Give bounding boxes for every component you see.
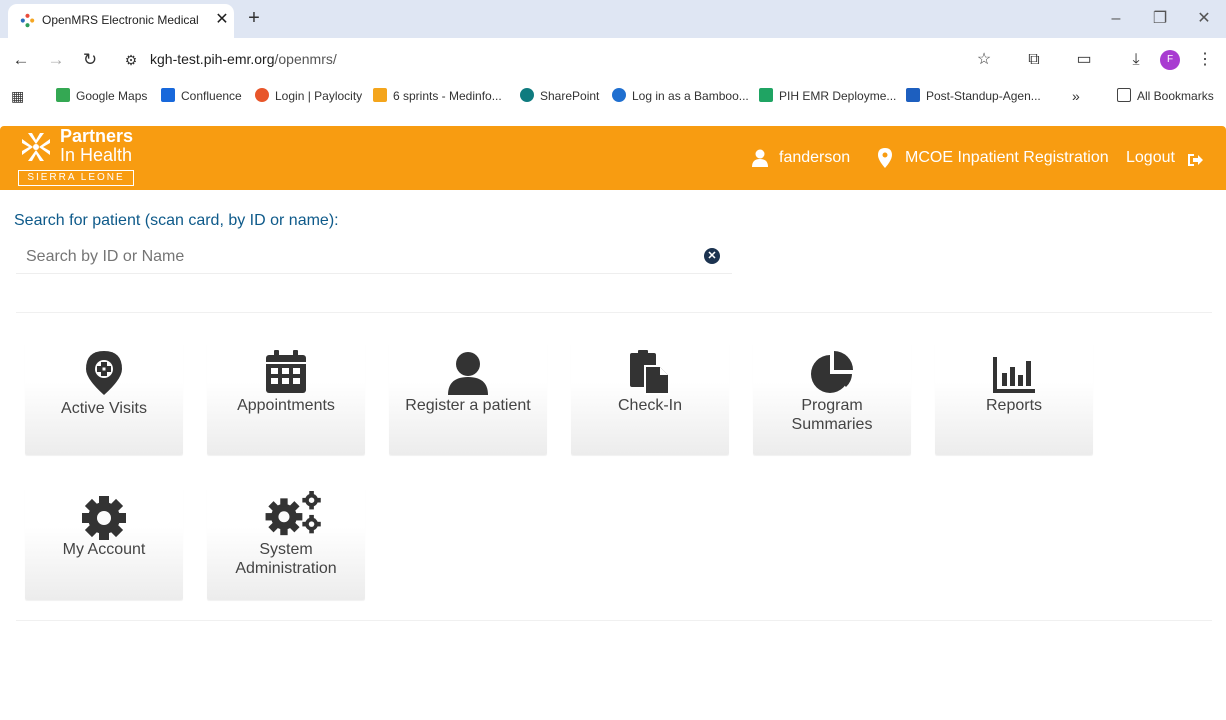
- logout-icon[interactable]: [1186, 150, 1204, 170]
- star-icon[interactable]: ☆: [972, 48, 996, 72]
- logo-wordmark: Partners In Health: [60, 127, 133, 165]
- bookmark-bamboo[interactable]: Log in as a Bamboo...: [612, 87, 749, 105]
- location-pin-icon: [878, 148, 892, 168]
- clipboard-copy-icon: [630, 350, 670, 395]
- toolbar-spacer: [0, 110, 1226, 126]
- download-icon[interactable]: ⤓: [1124, 48, 1148, 72]
- calendar-icon: [266, 350, 306, 393]
- bookmark-post-standup[interactable]: Post-Standup-Agen...: [906, 87, 1041, 105]
- patient-search-input[interactable]: [26, 246, 686, 268]
- url-host: kgh-test.pih-emr.org: [150, 51, 275, 67]
- bookmark-google-maps[interactable]: Google Maps: [56, 87, 147, 105]
- profile-avatar[interactable]: F: [1160, 50, 1180, 70]
- logo-country: SIERRA LEONE: [18, 170, 134, 186]
- bottom-divider: [16, 620, 1212, 621]
- bookmark-label: Google Maps: [76, 89, 148, 103]
- user-icon: [752, 149, 768, 167]
- browser-tab[interactable]: OpenMRS Electronic Medical R ✕: [8, 4, 234, 38]
- bookmark-pih-emr[interactable]: PIH EMR Deployme...: [759, 87, 896, 105]
- tile-label: Register a patient: [405, 397, 531, 414]
- tile-label: Active Visits: [61, 400, 147, 417]
- word-icon: [906, 88, 920, 102]
- logout-link[interactable]: Logout: [1126, 148, 1175, 168]
- paylocity-icon: [255, 88, 269, 102]
- openmrs-favicon-icon: [20, 13, 35, 28]
- browser-toolbar: ← → ↻ ⚙ kgh-test.pih-emr.org/openmrs/ ☆ …: [0, 38, 1226, 82]
- check-in-tile[interactable]: Check-In: [571, 343, 729, 455]
- url-path: /openmrs/: [274, 51, 337, 67]
- bar-chart-icon: [993, 357, 1035, 393]
- forward-icon[interactable]: →: [44, 48, 68, 72]
- bookmark-sharepoint[interactable]: SharePoint: [520, 87, 599, 105]
- my-account-tile[interactable]: My Account: [25, 488, 183, 600]
- tab-search-icon[interactable]: ▭: [1072, 48, 1096, 72]
- bookmark-confluence[interactable]: Confluence: [161, 87, 242, 105]
- logo-line2: In Health: [60, 145, 133, 165]
- bookmark-sprints[interactable]: 6 sprints - Medinfo...: [373, 87, 502, 105]
- tile-label: My Account: [62, 541, 146, 558]
- tile-label-line1: Program: [801, 397, 863, 414]
- bookmark-label: 6 sprints - Medinfo...: [393, 89, 502, 103]
- bookmark-label: Confluence: [181, 89, 242, 103]
- appointments-tile[interactable]: Appointments: [207, 343, 365, 455]
- confluence-icon: [161, 88, 175, 102]
- bookmark-label: Login | Paylocity: [275, 89, 363, 103]
- sheets-icon: [759, 88, 773, 102]
- search-label: Search for patient (scan card, by ID or …: [14, 212, 339, 229]
- top-divider: [16, 312, 1212, 313]
- gear-icon: [82, 496, 126, 540]
- all-bookmarks-label: All Bookmarks: [1137, 89, 1214, 103]
- tile-label-line2: Administration: [235, 560, 337, 577]
- logo-line1: Partners: [60, 126, 134, 146]
- bookmark-label: Post-Standup-Agen...: [926, 89, 1041, 103]
- apps-grid-icon[interactable]: ▦: [11, 87, 24, 105]
- pie-chart-icon: [811, 351, 853, 393]
- tile-label: Check-In: [617, 397, 683, 414]
- username[interactable]: fanderson: [779, 148, 850, 168]
- system-administration-tile[interactable]: System Administration: [207, 488, 365, 600]
- menu-icon[interactable]: ⋮: [1193, 48, 1217, 72]
- bookmark-label: PIH EMR Deployme...: [779, 89, 897, 103]
- program-summaries-tile[interactable]: Program Summaries: [753, 343, 911, 455]
- minimize-icon[interactable]: –: [1104, 8, 1128, 30]
- active-visits-tile[interactable]: Active Visits: [25, 343, 183, 455]
- bookmark-label: Log in as a Bamboo...: [632, 89, 749, 103]
- new-tab-button[interactable]: +: [244, 8, 264, 28]
- patient-search-box: ✕: [16, 240, 732, 274]
- app-header: Partners In Health SIERRA LEONE fanderso…: [0, 126, 1226, 190]
- jira-icon: [373, 88, 387, 102]
- address-bar[interactable]: kgh-test.pih-emr.org/openmrs/: [150, 51, 337, 67]
- more-bookmarks-button[interactable]: »: [1072, 87, 1080, 105]
- tile-label-line2: Summaries: [791, 416, 873, 433]
- restore-icon[interactable]: ❐: [1148, 8, 1172, 30]
- back-icon[interactable]: ←: [9, 48, 33, 72]
- google-maps-icon: [56, 88, 70, 102]
- map-marker-icon: [86, 351, 122, 395]
- bookmark-paylocity[interactable]: Login | Paylocity: [255, 87, 362, 105]
- folder-icon: [1117, 88, 1131, 102]
- tile-label: Reports: [985, 397, 1043, 414]
- all-bookmarks-button[interactable]: All Bookmarks: [1117, 87, 1214, 105]
- browser-tab-bar: OpenMRS Electronic Medical R ✕ + – ❐ ✕: [0, 0, 1226, 38]
- register-patient-tile[interactable]: Register a patient: [389, 343, 547, 455]
- reload-icon[interactable]: ↻: [78, 48, 102, 72]
- reports-tile[interactable]: Reports: [935, 343, 1093, 455]
- close-window-icon[interactable]: ✕: [1192, 8, 1216, 30]
- site-info-icon[interactable]: ⚙: [119, 48, 143, 72]
- extensions-icon[interactable]: ⧉: [1022, 48, 1046, 72]
- bamboo-icon: [612, 88, 626, 102]
- sharepoint-icon: [520, 88, 534, 102]
- tile-label-line1: System: [259, 541, 313, 558]
- gears-icon: [265, 491, 321, 536]
- pih-logo-icon[interactable]: [18, 129, 54, 165]
- user-icon: [448, 352, 488, 395]
- tab-close-icon[interactable]: ✕: [212, 10, 232, 30]
- tab-title: OpenMRS Electronic Medical R: [42, 13, 202, 27]
- tile-label: Appointments: [237, 397, 335, 414]
- bookmark-label: SharePoint: [540, 89, 600, 103]
- bookmarks-bar: ▦ Google Maps Confluence Login | Payloci…: [0, 82, 1226, 110]
- clear-search-icon[interactable]: ✕: [704, 248, 720, 264]
- session-location[interactable]: MCOE Inpatient Registration: [905, 148, 1109, 168]
